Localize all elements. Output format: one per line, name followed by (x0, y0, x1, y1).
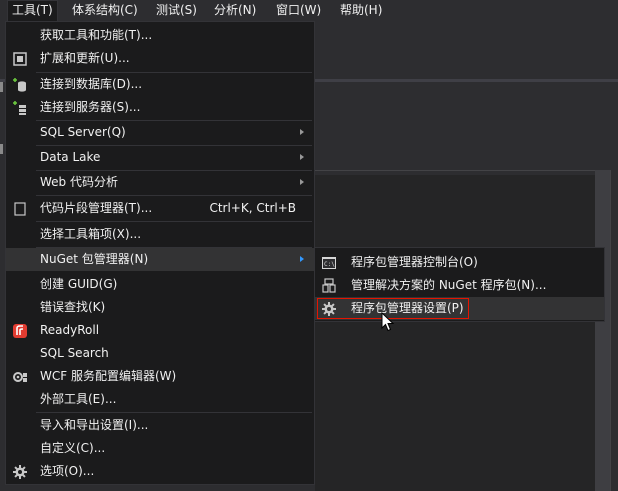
nuget-submenu: C:\ 程序包管理器控制台(O) 管理解决方案的 NuGet 程序包(N)...… (314, 247, 605, 322)
menu-item-snippet-manager[interactable]: 代码片段管理器(T)... Ctrl+K, Ctrl+B (6, 197, 314, 220)
submenu-item-label: 管理解决方案的 NuGet 程序包(N)... (351, 278, 547, 292)
menu-item-label: 错误查找(K) (40, 300, 106, 314)
database-connect-icon (12, 77, 28, 93)
menu-item-extensions[interactable]: 扩展和更新(U)... (6, 47, 314, 70)
menu-item-web-code-analysis[interactable]: Web 代码分析 (6, 171, 314, 194)
menu-item-toolbox-items[interactable]: 选择工具箱项(X)... (6, 223, 314, 246)
menu-item-label: 扩展和更新(U)... (40, 51, 130, 65)
shortcut-text: Ctrl+K, Ctrl+B (209, 201, 296, 215)
gear-icon (12, 464, 28, 480)
menu-window[interactable]: 窗口(W) (272, 0, 325, 21)
menu-item-label: Web 代码分析 (40, 175, 118, 189)
menu-test[interactable]: 测试(S) (152, 0, 201, 21)
editor-area (315, 175, 595, 491)
menu-separator (36, 412, 312, 413)
mouse-cursor-icon (381, 312, 395, 332)
submenu-item-package-console[interactable]: C:\ 程序包管理器控制台(O) (315, 251, 604, 274)
menu-item-label: 创建 GUID(G) (40, 277, 118, 291)
vertical-scrollbar[interactable] (595, 170, 610, 491)
menu-item-options[interactable]: 选项(O)... (6, 460, 314, 483)
package-icon (321, 278, 337, 294)
menu-item-label: 获取工具和功能(T)... (40, 28, 153, 42)
menu-item-customize[interactable]: 自定义(C)... (6, 437, 314, 460)
menu-item-import-export[interactable]: 导入和导出设置(I)... (6, 414, 314, 437)
menu-item-label: Data Lake (40, 150, 101, 164)
submenu-arrow-icon (300, 154, 304, 160)
menu-item-label: 连接到服务器(S)... (40, 100, 141, 114)
menu-item-data-lake[interactable]: Data Lake (6, 146, 314, 169)
menu-item-label: 导入和导出设置(I)... (40, 418, 149, 432)
console-icon: C:\ (321, 255, 337, 271)
menu-item-label: 选择工具箱项(X)... (40, 227, 142, 241)
menu-item-sql-search[interactable]: SQL Search (6, 342, 314, 365)
menu-separator (36, 195, 312, 196)
menu-item-get-tools[interactable]: 获取工具和功能(T)... (6, 24, 314, 47)
menu-item-readyroll[interactable]: ReadyRoll (6, 319, 314, 342)
extensions-icon (12, 51, 28, 67)
background-marker (0, 82, 3, 92)
menu-item-label: 选项(O)... (40, 464, 95, 478)
menu-item-error-lookup[interactable]: 错误查找(K) (6, 296, 314, 319)
menu-item-nuget[interactable]: NuGet 包管理器(N) (6, 248, 314, 271)
menu-item-create-guid[interactable]: 创建 GUID(G) (6, 273, 314, 296)
submenu-arrow-icon (300, 256, 304, 262)
background-marker (0, 144, 3, 154)
menu-analyze[interactable]: 分析(N) (210, 0, 260, 21)
menu-separator (36, 221, 312, 222)
menu-architecture[interactable]: 体系结构(C) (68, 0, 142, 21)
menu-item-label: 自定义(C)... (40, 441, 106, 455)
menu-item-external-tools[interactable]: 外部工具(E)... (6, 388, 314, 411)
menu-item-label: 外部工具(E)... (40, 392, 117, 406)
snippet-icon (12, 201, 28, 217)
menu-item-label: SQL Server(Q) (40, 125, 126, 139)
svg-text:C:\: C:\ (324, 261, 335, 268)
submenu-arrow-icon (300, 129, 304, 135)
tools-menu: 获取工具和功能(T)... 扩展和更新(U)... 连接到数据库(D)... 连… (5, 21, 315, 485)
menu-item-wcf-config[interactable]: WCF 服务配置编辑器(W) (6, 365, 314, 388)
readyroll-icon (12, 323, 28, 339)
submenu-item-label: 程序包管理器控制台(O) (351, 255, 478, 269)
menu-tools[interactable]: 工具(T) (7, 0, 58, 21)
menu-item-connect-database[interactable]: 连接到数据库(D)... (6, 73, 314, 96)
submenu-arrow-icon (300, 179, 304, 185)
menu-bar: 工具(T) 体系结构(C) 测试(S) 分析(N) 窗口(W) 帮助(H) (0, 0, 618, 21)
menu-item-sql-server[interactable]: SQL Server(Q) (6, 121, 314, 144)
wcf-config-icon (12, 369, 28, 385)
menu-item-label: SQL Search (40, 346, 109, 360)
editor-border (315, 170, 610, 171)
menu-item-label: 连接到数据库(D)... (40, 77, 143, 91)
menu-item-label: ReadyRoll (40, 323, 100, 337)
menu-item-connect-server[interactable]: 连接到服务器(S)... (6, 96, 314, 119)
right-panel-edge (610, 170, 618, 491)
menu-item-label: WCF 服务配置编辑器(W) (40, 369, 177, 383)
submenu-item-manage-packages[interactable]: 管理解决方案的 NuGet 程序包(N)... (315, 274, 604, 297)
menu-item-label: NuGet 包管理器(N) (40, 252, 149, 266)
menu-item-label: 代码片段管理器(T)... (40, 201, 153, 215)
menu-help[interactable]: 帮助(H) (336, 0, 386, 21)
server-connect-icon (12, 100, 28, 116)
